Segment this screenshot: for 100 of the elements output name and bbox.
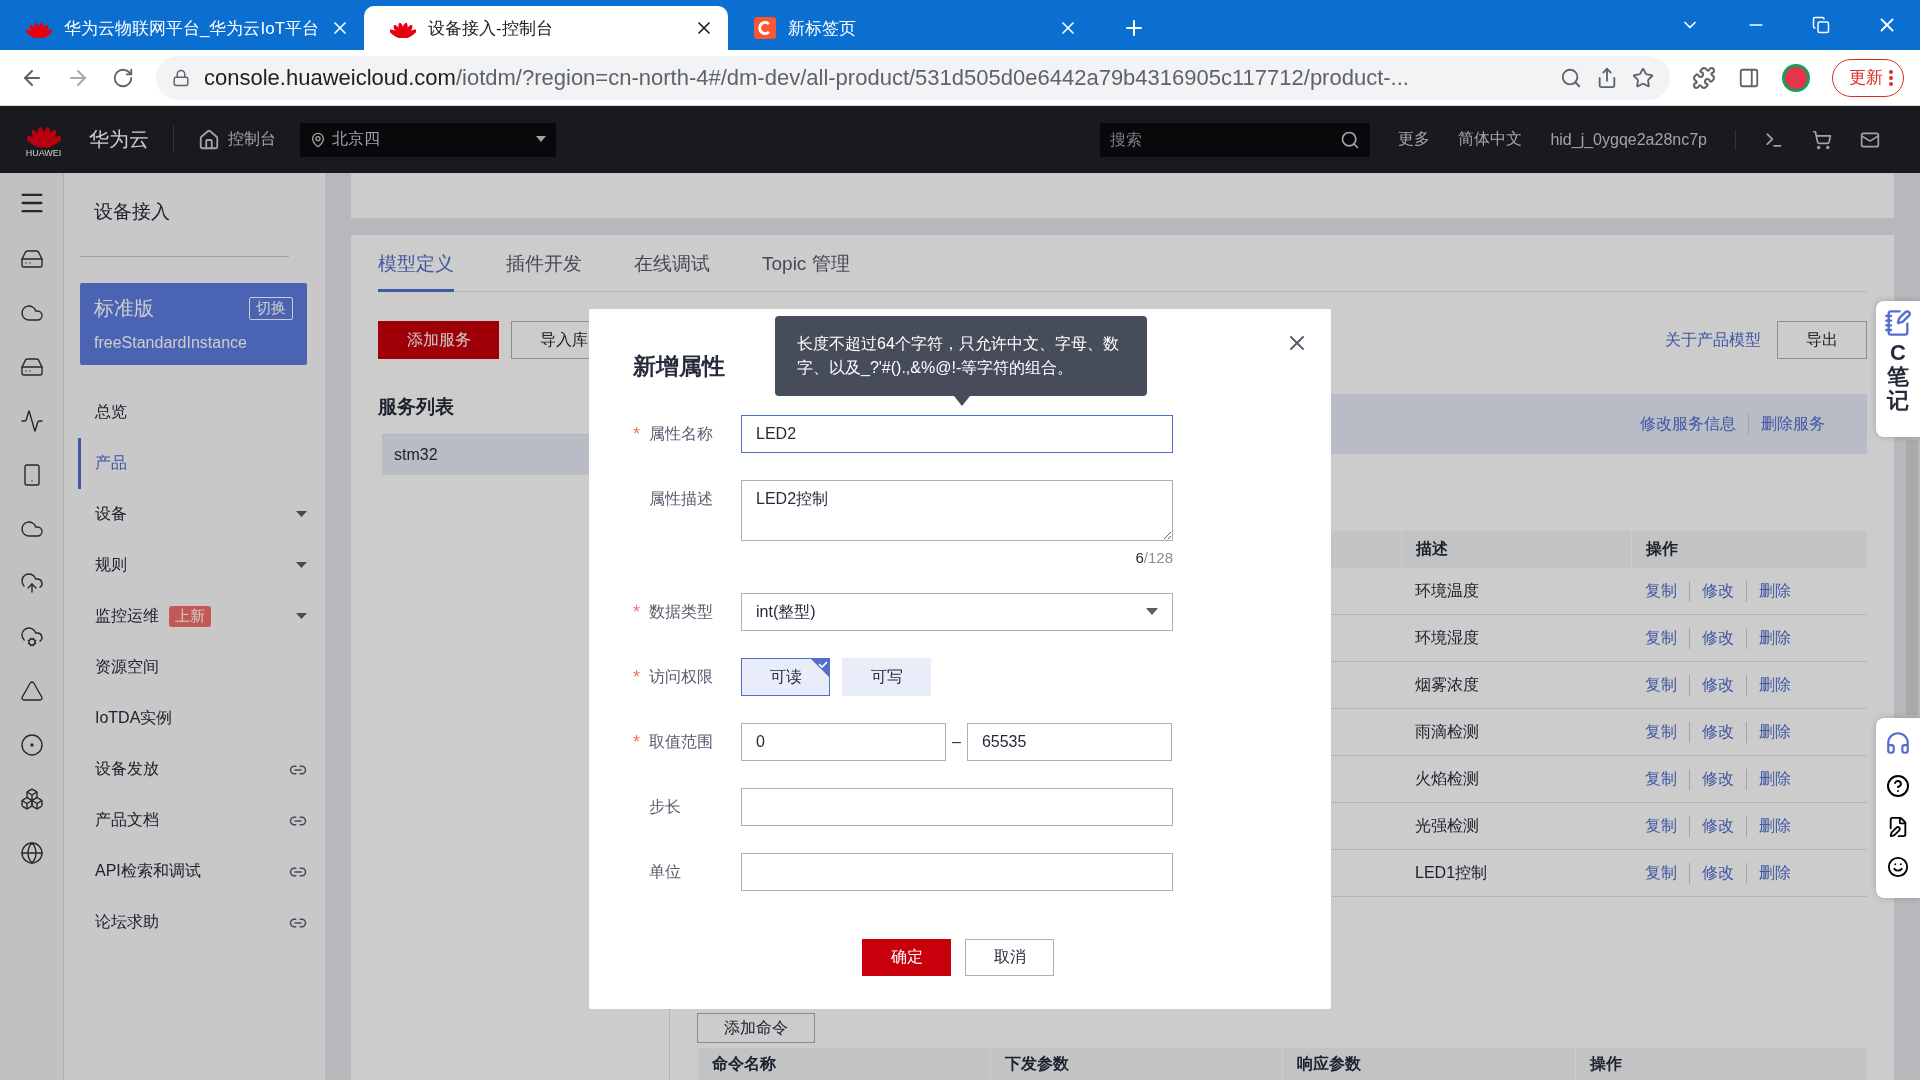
instance-name: freeStandardInstance — [94, 334, 248, 352]
sidebar-item[interactable]: 规则 — [78, 540, 307, 591]
cloud-gear-icon[interactable] — [19, 625, 44, 649]
row-action-link[interactable]: 删除 — [1746, 721, 1803, 743]
field-label: 单位 — [649, 861, 681, 882]
sidebar-item[interactable]: 论坛求助 — [78, 897, 307, 948]
row-action-link[interactable]: 复制 — [1645, 580, 1689, 602]
header-search-field[interactable]: 搜索 — [1100, 122, 1371, 157]
help-icon[interactable] — [1886, 774, 1910, 798]
caret-down-icon — [1146, 608, 1158, 616]
row-action-link[interactable]: 复制 — [1645, 721, 1689, 743]
notes-widget[interactable]: C笔记 — [1876, 301, 1920, 437]
text-input-field[interactable] — [741, 788, 1173, 826]
about-model-link[interactable]: 关于产品模型 — [1665, 329, 1761, 351]
sidebar-title: 设备接入 — [80, 173, 289, 257]
waveform-icon[interactable] — [19, 409, 44, 433]
row-action-link[interactable]: 复制 — [1645, 674, 1689, 696]
row-action-link[interactable]: 修改 — [1689, 721, 1746, 743]
edit-note-icon[interactable] — [1887, 816, 1909, 838]
row-action-link[interactable]: 修改 — [1689, 674, 1746, 696]
row-action-link[interactable]: 删除 — [1746, 815, 1803, 837]
cancel-button[interactable]: 取消 — [965, 939, 1054, 976]
content-tab[interactable]: Topic 管理 — [762, 251, 850, 292]
switch-button[interactable]: 切换 — [249, 297, 293, 320]
zoom-icon[interactable] — [1560, 66, 1582, 89]
service-action-link[interactable]: 删除服务 — [1748, 413, 1837, 435]
header-link[interactable]: 简体中文 — [1458, 129, 1523, 150]
update-button[interactable]: 更新 — [1832, 58, 1904, 97]
browser-tab[interactable]: 设备接入-控制台 — [364, 6, 728, 50]
row-action-link[interactable]: 删除 — [1746, 627, 1803, 649]
add-service-button[interactable]: 添加服务 — [378, 321, 499, 359]
lock-icon — [172, 68, 190, 87]
cart-icon[interactable] — [1812, 129, 1832, 150]
row-action-link[interactable]: 修改 — [1689, 768, 1746, 790]
cloud-upload-icon[interactable] — [19, 571, 44, 595]
caret-down-icon — [296, 511, 307, 518]
add-command-button[interactable]: 添加命令 — [697, 1013, 815, 1043]
row-action-link[interactable]: 删除 — [1746, 768, 1803, 790]
sidebar-item[interactable]: 设备发放 — [78, 744, 307, 795]
pyramid-icon[interactable] — [19, 679, 44, 703]
content-tab[interactable]: 在线调试 — [634, 251, 710, 292]
smile-icon[interactable] — [1887, 856, 1909, 878]
sidebar-item[interactable]: 产品文档 — [78, 795, 307, 846]
content-tab[interactable]: 插件开发 — [506, 251, 582, 292]
text-input-field[interactable]: LED2 — [741, 415, 1173, 453]
row-action-link[interactable]: 复制 — [1645, 862, 1689, 884]
header-link[interactable]: 更多 — [1398, 129, 1431, 150]
service-action-link[interactable]: 修改服务信息 — [1628, 413, 1748, 435]
reload-icon[interactable] — [112, 66, 134, 89]
sidebar-item[interactable]: 资源空间 — [78, 642, 307, 693]
row-action-link[interactable]: 复制 — [1645, 815, 1689, 837]
export-button[interactable]: 导出 — [1777, 321, 1867, 359]
address-bar[interactable]: console.huaweicloud.com/iotdm/?region=cn-north-4#/dm-dev/all-product/531d505d0e6442a79b4316905c117712/product-... — [156, 55, 1670, 100]
sidebar-item[interactable]: 总览 — [78, 387, 307, 438]
header-link[interactable]: hid_j_0ygqe2a28nc7p — [1550, 130, 1707, 149]
table-cell: 烟雾浓度 — [1401, 662, 1631, 709]
search-icon[interactable] — [1340, 129, 1361, 150]
permission-toggle-button[interactable]: 可读 — [741, 658, 830, 696]
sidebar-item[interactable]: 设备 — [78, 489, 307, 540]
row-action-link[interactable]: 修改 — [1689, 627, 1746, 649]
row-action-link[interactable]: 修改 — [1689, 580, 1746, 602]
field-label: 访问权限 — [649, 666, 713, 687]
row-action-link[interactable]: 修改 — [1689, 815, 1746, 837]
row-action-link[interactable]: 删除 — [1746, 674, 1803, 696]
sidebar-item[interactable]: IoTDA实例 — [78, 693, 307, 744]
sidebar-item[interactable]: 监控运维 上新 — [78, 591, 307, 642]
headset-icon[interactable] — [1885, 730, 1911, 756]
restore-icon[interactable] — [1812, 16, 1830, 34]
row-action-link[interactable]: 复制 — [1645, 627, 1689, 649]
cloud-drive-icon[interactable] — [19, 247, 44, 271]
cloud-drive-icon[interactable] — [19, 355, 44, 379]
table-header-cell: 描述 — [1401, 531, 1631, 568]
profile-avatar[interactable] — [1782, 63, 1810, 92]
permission-toggle-button[interactable]: 可写 — [842, 658, 931, 696]
sidebar-item[interactable]: API检索和调试 — [78, 846, 307, 897]
row-action-link[interactable]: 删除 — [1746, 862, 1803, 884]
browser-tab[interactable]: 华为云物联网平台_华为云IoT平台 — [0, 6, 364, 50]
confirm-button[interactable]: 确定 — [862, 939, 951, 976]
globe-icon[interactable] — [19, 841, 44, 865]
content-tab[interactable]: 模型定义 — [378, 251, 454, 292]
console-link[interactable]: 控制台 — [198, 128, 276, 151]
dialog-title: 新增属性 — [633, 352, 725, 381]
row-action-link[interactable]: 修改 — [1689, 862, 1746, 884]
text-input-field[interactable] — [741, 853, 1173, 891]
data-type-select[interactable]: int(整型) — [741, 593, 1173, 631]
row-action-link[interactable]: 删除 — [1746, 580, 1803, 602]
min-value-input[interactable]: 0 — [741, 723, 946, 761]
sidebar-item[interactable]: 产品 — [78, 438, 307, 489]
extensions-icon[interactable] — [1692, 65, 1716, 90]
browser-tab[interactable]: 新标签页 — [728, 6, 1092, 50]
region-select[interactable]: 北京四 — [300, 122, 556, 157]
description-textarea[interactable]: LED2控制 — [741, 480, 1173, 541]
side-panel-icon[interactable] — [1738, 66, 1760, 89]
ip-circle-icon[interactable] — [19, 733, 44, 757]
share-icon[interactable] — [1596, 66, 1618, 89]
table-header-cell: 响应参数 — [1282, 1048, 1575, 1080]
field-label: 属性描述 — [649, 488, 713, 509]
bookmark-star-icon[interactable] — [1632, 66, 1654, 89]
max-value-input[interactable]: 65535 — [966, 723, 1172, 761]
row-action-link[interactable]: 复制 — [1645, 768, 1689, 790]
